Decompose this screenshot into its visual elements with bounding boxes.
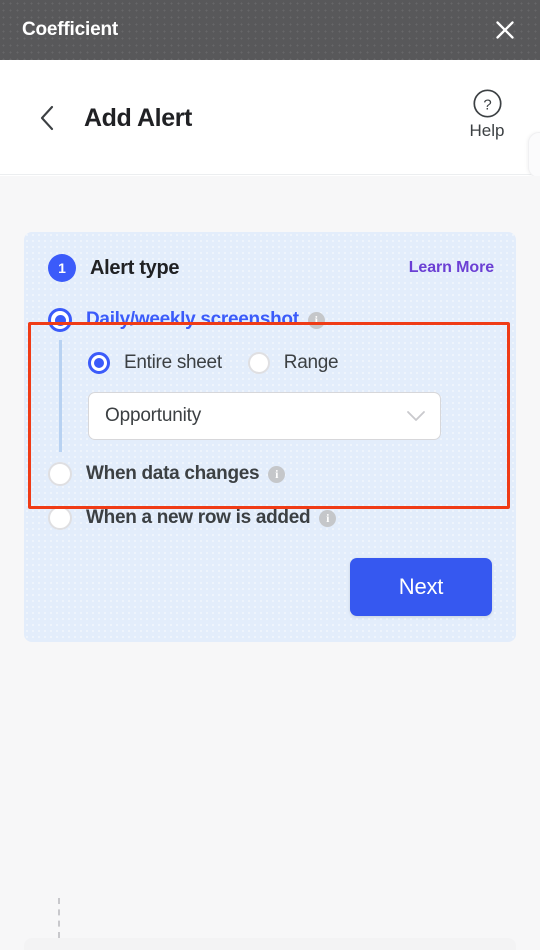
sheet-select[interactable]: Opportunity xyxy=(88,392,441,440)
option-when-new-row-added[interactable]: When a new row is added i xyxy=(48,496,494,540)
question-circle-icon: ? xyxy=(472,89,502,118)
sheet-select-value: Opportunity xyxy=(105,405,202,426)
radio-when-data-changes[interactable] xyxy=(48,462,72,486)
step-1-header: 1 Alert type Learn More xyxy=(24,232,516,300)
step-card-alert-type: 1 Alert type Learn More Daily/weekly scr… xyxy=(24,232,516,642)
radio-when-new-row-added[interactable] xyxy=(48,506,72,530)
close-icon xyxy=(496,21,514,39)
step-card-frequency[interactable]: 2 Frequency xyxy=(24,938,516,950)
label-range: Range xyxy=(283,352,339,373)
step-connector-1-2 xyxy=(58,898,60,938)
radio-daily-weekly-screenshot[interactable] xyxy=(48,308,72,332)
option-label-when-data-changes: When data changes xyxy=(86,463,260,484)
radio-entire-sheet[interactable] xyxy=(88,352,110,374)
page-title: Add Alert xyxy=(84,104,192,132)
app-brand-title: Coefficient xyxy=(22,19,118,40)
step-1-footer: Next xyxy=(24,540,516,642)
info-icon-when-data-changes[interactable]: i xyxy=(268,465,286,483)
step-1-title: Alert type xyxy=(90,256,180,279)
label-entire-sheet: Entire sheet xyxy=(124,352,222,373)
svg-text:?: ? xyxy=(483,96,491,113)
info-icon-when-new-row-added[interactable]: i xyxy=(319,509,337,527)
chevron-down-icon xyxy=(406,410,426,423)
option-label-when-new-row-added: When a new row is added xyxy=(86,507,311,528)
radio-range[interactable] xyxy=(247,352,270,374)
screenshot-scope-block: Entire sheet Range Opportunity xyxy=(59,340,494,452)
window-titlebar: Coefficient xyxy=(0,0,540,60)
step-1-badge: 1 xyxy=(48,254,76,282)
option-label-daily-weekly-screenshot: Daily/weekly screenshot xyxy=(86,309,299,330)
wizard-body: 1 Alert type Learn More Daily/weekly scr… xyxy=(0,176,540,950)
side-panel-tab[interactable] xyxy=(528,132,540,178)
learn-more-link[interactable]: Learn More xyxy=(409,259,494,277)
help-label: Help xyxy=(469,121,505,140)
option-daily-weekly-screenshot[interactable]: Daily/weekly screenshot i xyxy=(48,300,494,340)
close-button[interactable] xyxy=(488,13,522,47)
coefficient-add-alert-panel: Coefficient Add Alert ? Help 1 Alert typ… xyxy=(0,0,540,950)
info-icon-daily-weekly-screenshot[interactable]: i xyxy=(307,311,325,329)
option-when-data-changes[interactable]: When data changes i xyxy=(48,452,494,496)
back-button[interactable] xyxy=(33,102,61,134)
help-button[interactable]: ? Help xyxy=(457,88,517,142)
next-button[interactable]: Next xyxy=(350,558,492,616)
scope-radio-row: Entire sheet Range xyxy=(88,344,494,382)
chevron-left-icon xyxy=(40,105,54,131)
alert-type-options: Daily/weekly screenshot i Entire sheet R… xyxy=(24,300,516,540)
page-header: Add Alert ? Help xyxy=(0,60,540,178)
